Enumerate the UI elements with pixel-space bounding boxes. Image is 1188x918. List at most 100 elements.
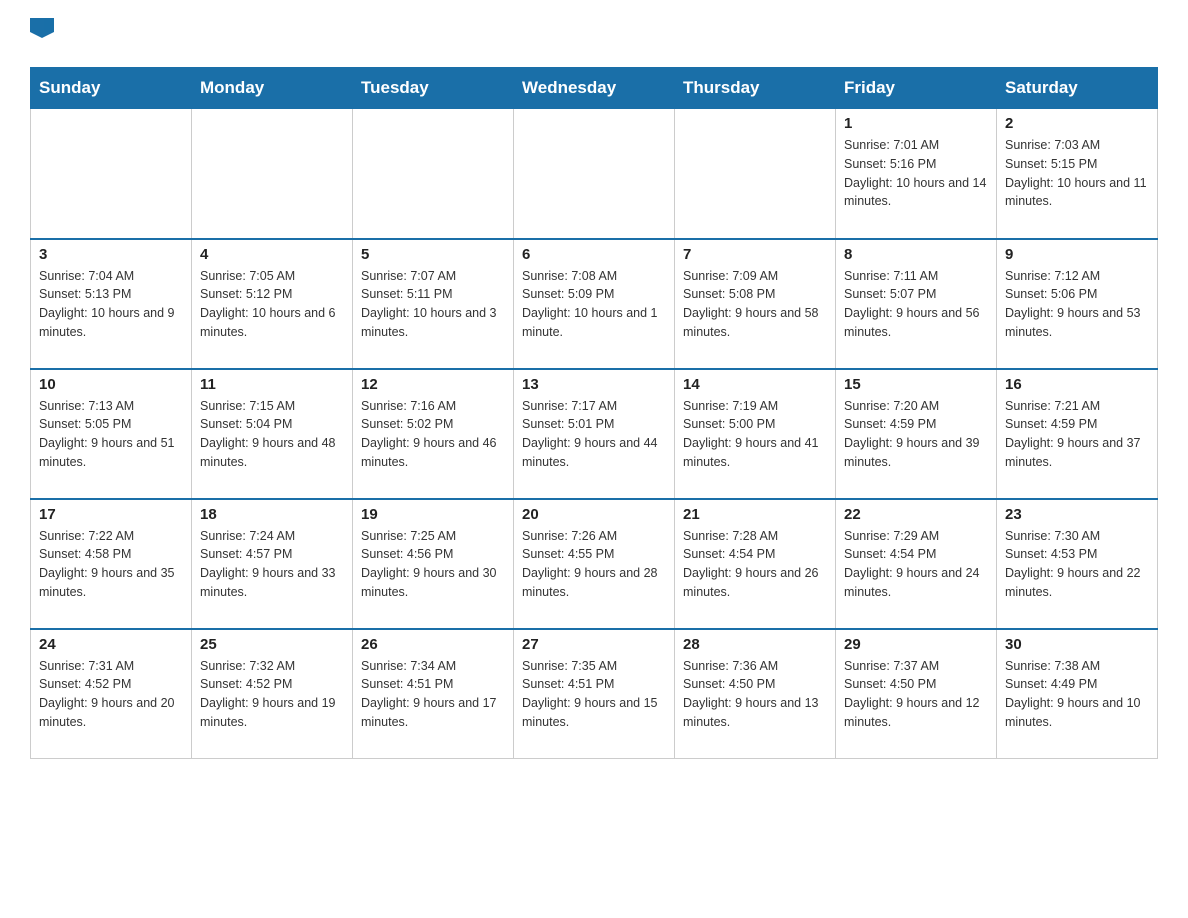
day-info: Sunrise: 7:17 AMSunset: 5:01 PMDaylight:… bbox=[522, 397, 666, 472]
day-info: Sunrise: 7:16 AMSunset: 5:02 PMDaylight:… bbox=[361, 397, 505, 472]
calendar-cell: 15 Sunrise: 7:20 AMSunset: 4:59 PMDayligh… bbox=[836, 369, 997, 499]
calendar-cell: 23Sunrise: 7:30 AMSunset: 4:53 PMDayligh… bbox=[997, 499, 1158, 629]
calendar-cell: 16 Sunrise: 7:21 AMSunset: 4:59 PMDayligh… bbox=[997, 369, 1158, 499]
calendar-cell: 4 Sunrise: 7:05 AMSunset: 5:12 PMDaylight… bbox=[192, 239, 353, 369]
day-number: 5 bbox=[361, 246, 505, 263]
calendar-cell: 14 Sunrise: 7:19 AMSunset: 5:00 PMDayligh… bbox=[675, 369, 836, 499]
calendar-cell bbox=[31, 109, 192, 239]
day-info: Sunrise: 7:11 AMSunset: 5:07 PMDaylight:… bbox=[844, 267, 988, 342]
calendar-cell bbox=[192, 109, 353, 239]
calendar-cell: 28 Sunrise: 7:36 AMSunset: 4:50 PMDayligh… bbox=[675, 629, 836, 759]
day-info: Sunrise: 7:35 AMSunset: 4:51 PMDaylight:… bbox=[522, 657, 666, 732]
calendar-week-row: 24 Sunrise: 7:31 AMSunset: 4:52 PMDayligh… bbox=[31, 629, 1158, 759]
day-info: Sunrise: 7:24 AMSunset: 4:57 PMDaylight:… bbox=[200, 527, 344, 602]
day-info: Sunrise: 7:20 AMSunset: 4:59 PMDaylight:… bbox=[844, 397, 988, 472]
calendar-cell: 24 Sunrise: 7:31 AMSunset: 4:52 PMDayligh… bbox=[31, 629, 192, 759]
day-number: 9 bbox=[1005, 246, 1149, 263]
calendar-cell: 7Sunrise: 7:09 AMSunset: 5:08 PMDaylight… bbox=[675, 239, 836, 369]
day-number: 22 bbox=[844, 506, 988, 523]
day-number: 1 bbox=[844, 115, 988, 132]
day-info: Sunrise: 7:28 AMSunset: 4:54 PMDaylight:… bbox=[683, 527, 827, 602]
day-number: 28 bbox=[683, 636, 827, 653]
calendar-cell: 1 Sunrise: 7:01 AMSunset: 5:16 PMDaylight… bbox=[836, 109, 997, 239]
day-number: 17 bbox=[39, 506, 183, 523]
day-number: 14 bbox=[683, 376, 827, 393]
calendar-header-thursday: Thursday bbox=[675, 68, 836, 109]
calendar-cell: 9 Sunrise: 7:12 AMSunset: 5:06 PMDaylight… bbox=[997, 239, 1158, 369]
day-number: 4 bbox=[200, 246, 344, 263]
calendar-cell: 29 Sunrise: 7:37 AMSunset: 4:50 PMDayligh… bbox=[836, 629, 997, 759]
calendar-cell: 25 Sunrise: 7:32 AMSunset: 4:52 PMDayligh… bbox=[192, 629, 353, 759]
logo bbox=[30, 20, 54, 47]
day-info: Sunrise: 7:37 AMSunset: 4:50 PMDaylight:… bbox=[844, 657, 988, 732]
calendar-header-row: SundayMondayTuesdayWednesdayThursdayFrid… bbox=[31, 68, 1158, 109]
calendar-cell: 20 Sunrise: 7:26 AMSunset: 4:55 PMDayligh… bbox=[514, 499, 675, 629]
day-number: 20 bbox=[522, 506, 666, 523]
day-info: Sunrise: 7:22 AMSunset: 4:58 PMDaylight:… bbox=[39, 527, 183, 602]
day-number: 7 bbox=[683, 246, 827, 263]
calendar-cell: 30 Sunrise: 7:38 AMSunset: 4:49 PMDayligh… bbox=[997, 629, 1158, 759]
day-number: 21 bbox=[683, 506, 827, 523]
day-number: 11 bbox=[200, 376, 344, 393]
day-info: Sunrise: 7:05 AMSunset: 5:12 PMDaylight:… bbox=[200, 267, 344, 342]
day-number: 10 bbox=[39, 376, 183, 393]
day-number: 16 bbox=[1005, 376, 1149, 393]
calendar-cell: 10 Sunrise: 7:13 AMSunset: 5:05 PMDayligh… bbox=[31, 369, 192, 499]
day-info: Sunrise: 7:36 AMSunset: 4:50 PMDaylight:… bbox=[683, 657, 827, 732]
day-number: 29 bbox=[844, 636, 988, 653]
day-number: 6 bbox=[522, 246, 666, 263]
day-number: 2 bbox=[1005, 115, 1149, 132]
day-number: 18 bbox=[200, 506, 344, 523]
day-number: 23 bbox=[1005, 506, 1149, 523]
day-number: 26 bbox=[361, 636, 505, 653]
day-info: Sunrise: 7:12 AMSunset: 5:06 PMDaylight:… bbox=[1005, 267, 1149, 342]
day-info: Sunrise: 7:15 AMSunset: 5:04 PMDaylight:… bbox=[200, 397, 344, 472]
calendar-cell bbox=[514, 109, 675, 239]
calendar-cell bbox=[353, 109, 514, 239]
day-info: Sunrise: 7:03 AMSunset: 5:15 PMDaylight:… bbox=[1005, 136, 1149, 211]
calendar-cell: 21 Sunrise: 7:28 AMSunset: 4:54 PMDayligh… bbox=[675, 499, 836, 629]
calendar-week-row: 3Sunrise: 7:04 AMSunset: 5:13 PMDaylight… bbox=[31, 239, 1158, 369]
calendar-cell: 2 Sunrise: 7:03 AMSunset: 5:15 PMDaylight… bbox=[997, 109, 1158, 239]
day-number: 13 bbox=[522, 376, 666, 393]
calendar-week-row: 1 Sunrise: 7:01 AMSunset: 5:16 PMDaylight… bbox=[31, 109, 1158, 239]
day-number: 30 bbox=[1005, 636, 1149, 653]
day-info: Sunrise: 7:31 AMSunset: 4:52 PMDaylight:… bbox=[39, 657, 183, 732]
day-info: Sunrise: 7:34 AMSunset: 4:51 PMDaylight:… bbox=[361, 657, 505, 732]
logo-arrow-icon bbox=[30, 18, 54, 38]
day-info: Sunrise: 7:13 AMSunset: 5:05 PMDaylight:… bbox=[39, 397, 183, 472]
day-info: Sunrise: 7:29 AMSunset: 4:54 PMDaylight:… bbox=[844, 527, 988, 602]
calendar-header-friday: Friday bbox=[836, 68, 997, 109]
day-number: 27 bbox=[522, 636, 666, 653]
day-info: Sunrise: 7:21 AMSunset: 4:59 PMDaylight:… bbox=[1005, 397, 1149, 472]
day-info: Sunrise: 7:25 AMSunset: 4:56 PMDaylight:… bbox=[361, 527, 505, 602]
calendar-cell: 27 Sunrise: 7:35 AMSunset: 4:51 PMDayligh… bbox=[514, 629, 675, 759]
calendar-header-monday: Monday bbox=[192, 68, 353, 109]
calendar-cell: 19Sunrise: 7:25 AMSunset: 4:56 PMDayligh… bbox=[353, 499, 514, 629]
day-number: 24 bbox=[39, 636, 183, 653]
calendar-table: SundayMondayTuesdayWednesdayThursdayFrid… bbox=[30, 67, 1158, 759]
day-number: 12 bbox=[361, 376, 505, 393]
calendar-cell: 22 Sunrise: 7:29 AMSunset: 4:54 PMDayligh… bbox=[836, 499, 997, 629]
day-info: Sunrise: 7:07 AMSunset: 5:11 PMDaylight:… bbox=[361, 267, 505, 342]
calendar-week-row: 10 Sunrise: 7:13 AMSunset: 5:05 PMDayligh… bbox=[31, 369, 1158, 499]
day-info: Sunrise: 7:32 AMSunset: 4:52 PMDaylight:… bbox=[200, 657, 344, 732]
calendar-cell: 12 Sunrise: 7:16 AMSunset: 5:02 PMDayligh… bbox=[353, 369, 514, 499]
day-info: Sunrise: 7:01 AMSunset: 5:16 PMDaylight:… bbox=[844, 136, 988, 211]
day-info: Sunrise: 7:08 AMSunset: 5:09 PMDaylight:… bbox=[522, 267, 666, 342]
calendar-header-saturday: Saturday bbox=[997, 68, 1158, 109]
day-info: Sunrise: 7:19 AMSunset: 5:00 PMDaylight:… bbox=[683, 397, 827, 472]
day-info: Sunrise: 7:26 AMSunset: 4:55 PMDaylight:… bbox=[522, 527, 666, 602]
day-number: 3 bbox=[39, 246, 183, 263]
day-number: 25 bbox=[200, 636, 344, 653]
calendar-header-sunday: Sunday bbox=[31, 68, 192, 109]
day-number: 15 bbox=[844, 376, 988, 393]
calendar-cell: 11 Sunrise: 7:15 AMSunset: 5:04 PMDayligh… bbox=[192, 369, 353, 499]
day-info: Sunrise: 7:38 AMSunset: 4:49 PMDaylight:… bbox=[1005, 657, 1149, 732]
calendar-cell: 17 Sunrise: 7:22 AMSunset: 4:58 PMDayligh… bbox=[31, 499, 192, 629]
calendar-cell: 3Sunrise: 7:04 AMSunset: 5:13 PMDaylight… bbox=[31, 239, 192, 369]
page-header bbox=[30, 20, 1158, 47]
calendar-cell: 26 Sunrise: 7:34 AMSunset: 4:51 PMDayligh… bbox=[353, 629, 514, 759]
calendar-cell: 5 Sunrise: 7:07 AMSunset: 5:11 PMDaylight… bbox=[353, 239, 514, 369]
calendar-cell: 6 Sunrise: 7:08 AMSunset: 5:09 PMDaylight… bbox=[514, 239, 675, 369]
